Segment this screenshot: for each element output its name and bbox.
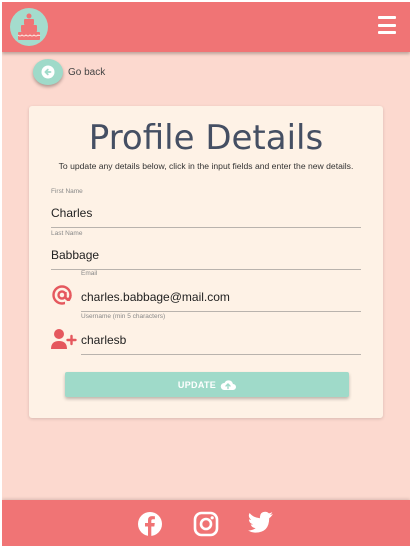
last-name-label: Last Name — [51, 230, 83, 237]
cake-logo-icon[interactable] — [10, 8, 48, 46]
cloud-upload-icon — [220, 379, 237, 390]
email-value[interactable]: charles.babbage@mail.com — [81, 290, 230, 304]
top-navbar — [2, 2, 410, 52]
update-button[interactable]: UPDATE — [65, 372, 349, 397]
username-label: Username (min 5 characters) — [81, 313, 166, 320]
email-underline — [81, 311, 361, 312]
username-underline — [81, 354, 361, 355]
menu-bar-3 — [378, 31, 396, 34]
user-plus-icon — [51, 328, 77, 350]
username-field[interactable]: Username (min 5 characters) charlesb — [81, 313, 361, 355]
footer — [2, 500, 410, 546]
at-icon — [51, 284, 73, 306]
last-name-value[interactable]: Babbage — [51, 248, 99, 262]
username-value[interactable]: charlesb — [81, 333, 126, 347]
first-name-field[interactable]: First Name Charles — [51, 188, 361, 228]
app-frame: Go back Profile Details To update any de… — [2, 2, 410, 546]
last-name-field[interactable]: Last Name Babbage — [51, 230, 361, 270]
twitter-icon[interactable] — [246, 511, 274, 535]
email-field[interactable]: Email charles.babbage@mail.com — [81, 270, 361, 312]
facebook-icon[interactable] — [137, 511, 165, 536]
update-button-label: UPDATE — [177, 379, 217, 390]
page-subtitle: To update any details below, click in th… — [58, 161, 354, 171]
first-name-underline — [51, 227, 361, 228]
first-name-value[interactable]: Charles — [51, 206, 92, 220]
arrow-left-circle-icon — [33, 59, 63, 85]
instagram-icon[interactable] — [193, 511, 221, 537]
menu-bar-1 — [378, 16, 396, 19]
go-back-button[interactable]: Go back — [33, 59, 105, 85]
email-label: Email — [81, 270, 98, 277]
hamburger-menu-icon[interactable] — [378, 16, 396, 34]
first-name-label: First Name — [51, 188, 83, 195]
go-back-label: Go back — [68, 66, 106, 78]
menu-bar-2 — [378, 23, 396, 27]
page-title: Profile Details — [88, 118, 324, 158]
